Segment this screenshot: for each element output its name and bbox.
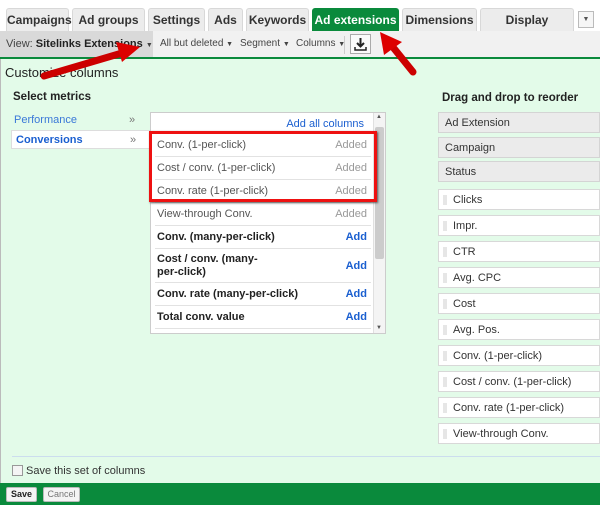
- red-arrow-icon: [40, 42, 140, 80]
- red-arrow-icon: [380, 32, 417, 76]
- annotation-arrows: [40, 32, 417, 80]
